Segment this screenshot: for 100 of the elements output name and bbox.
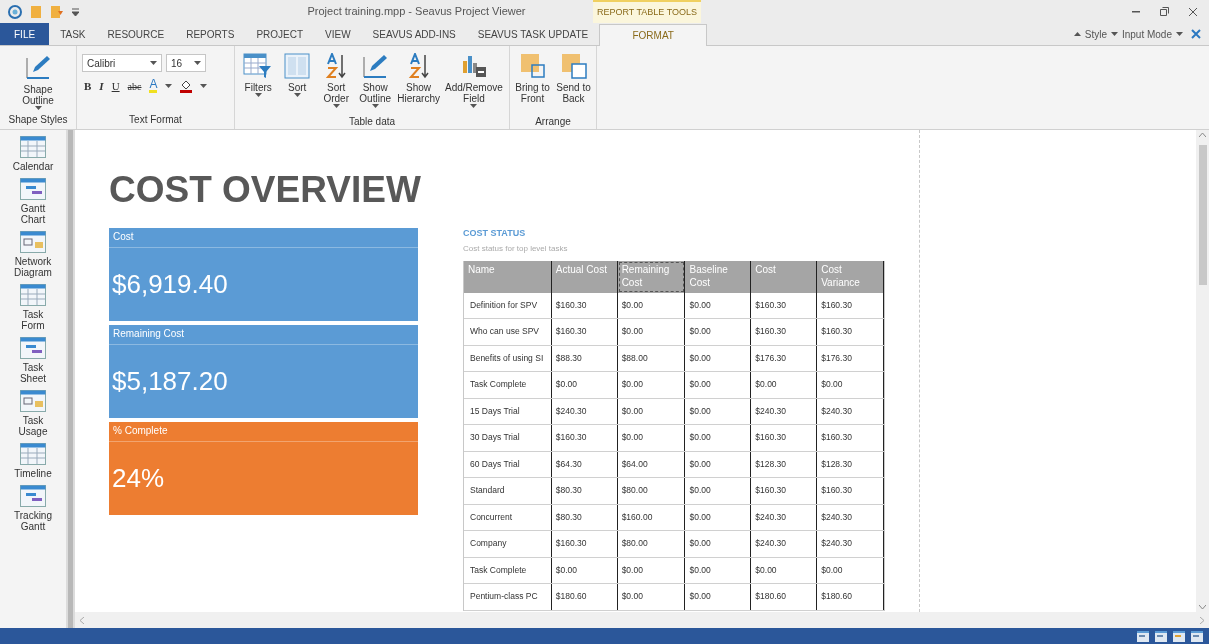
view-button[interactable]: Network Diagram xyxy=(2,231,64,278)
scroll-down-icon[interactable] xyxy=(1199,605,1206,610)
customize-icon[interactable] xyxy=(72,7,79,16)
table-cell: $160.30 xyxy=(817,319,884,345)
table-cell: $240.30 xyxy=(751,398,818,424)
table-cell: $160.30 xyxy=(751,319,818,345)
kpi-tile: Cost $6,919.40 xyxy=(109,228,418,321)
view-button[interactable]: Task Sheet xyxy=(2,337,64,384)
style-menu[interactable]: Style xyxy=(1084,26,1107,42)
collapse-caret-icon[interactable] xyxy=(1073,32,1081,36)
ribbon-button[interactable]: Sort Order xyxy=(319,52,354,116)
ribbon-tab[interactable]: PROJECT xyxy=(245,23,315,45)
ribbon-tab[interactable]: RESOURCE xyxy=(96,23,176,45)
table-cell: $180.60 xyxy=(551,584,618,610)
table-cell: $0.00 xyxy=(617,584,686,610)
table-cell: $0.00 xyxy=(685,584,752,610)
group-label: Text Format xyxy=(129,114,182,126)
table-cell: $0.00 xyxy=(817,372,884,398)
ribbon-tab[interactable]: FILE xyxy=(0,23,50,45)
bring-front-icon xyxy=(519,53,546,79)
view-button[interactable]: Timeline xyxy=(2,443,64,479)
ribbon-tab[interactable]: TASK xyxy=(49,23,97,45)
restore-icon[interactable] xyxy=(1160,7,1169,16)
scrollbar-thumb[interactable] xyxy=(1198,145,1207,285)
table-cell: $240.30 xyxy=(817,504,884,530)
bold-button[interactable]: B xyxy=(84,78,92,95)
fill-color-icon[interactable] xyxy=(180,79,193,94)
input-mode-menu[interactable]: Input Mode xyxy=(1121,26,1172,42)
ribbon-button[interactable]: Add/Remove Field xyxy=(445,52,503,116)
view-icon xyxy=(20,443,46,465)
sort-order-icon xyxy=(407,53,430,79)
ribbon-tab[interactable]: SEAVUS ADD-INS xyxy=(361,23,467,45)
font-size-field[interactable]: 16 xyxy=(166,54,206,72)
view-icon xyxy=(20,231,46,253)
group-label: Shape Styles xyxy=(8,114,68,126)
context-group-label: REPORT TABLE TOOLS xyxy=(593,0,701,23)
status-view-icon[interactable] xyxy=(1137,630,1149,642)
view-button[interactable]: Gantt Chart xyxy=(2,178,64,225)
view-button[interactable]: Calendar xyxy=(2,136,64,172)
table-cell: $0.00 xyxy=(685,345,752,371)
status-view-icon[interactable] xyxy=(1173,630,1185,642)
table-cell: $0.00 xyxy=(617,398,686,424)
table-cell: Concurrent xyxy=(464,504,552,530)
window-title: Project training.mpp - Seavus Project Viewer xyxy=(306,4,527,20)
close-icon[interactable] xyxy=(1191,29,1201,39)
pencil-icon xyxy=(362,53,389,79)
shape-outline-button[interactable]: Shape Outline xyxy=(22,46,54,114)
caret-icon xyxy=(34,106,42,110)
table-cell: Task Complete xyxy=(464,557,552,583)
table-cell: Pentium-class PC xyxy=(464,584,552,610)
table-cell: $88.30 xyxy=(551,345,618,371)
font-field[interactable]: Calibri xyxy=(82,54,162,72)
table-title: COST STATUS xyxy=(463,227,527,240)
font-color-button[interactable]: A xyxy=(149,79,158,94)
app-logo-icon[interactable] xyxy=(8,4,22,19)
status-view-icon[interactable] xyxy=(1191,630,1203,642)
ribbon-tab[interactable]: SEAVUS TASK UPDATE xyxy=(466,23,600,45)
table-cell: $0.00 xyxy=(685,372,752,398)
table-cell: $176.30 xyxy=(817,345,884,371)
table-cell: Company xyxy=(464,531,552,557)
close-icon[interactable] xyxy=(1189,7,1197,16)
view-icon xyxy=(20,178,46,200)
table-cell: $240.30 xyxy=(551,398,618,424)
view-icon xyxy=(20,390,46,412)
table-cell: $180.60 xyxy=(817,584,884,610)
underline-button[interactable]: U xyxy=(111,78,120,95)
table-cell: Benefits of using SI xyxy=(464,345,552,371)
ribbon-tab[interactable]: VIEW xyxy=(314,23,362,45)
table-cell: $180.60 xyxy=(751,584,818,610)
view-button[interactable]: Tracking Gantt xyxy=(2,485,64,532)
ribbon-tab[interactable]: FORMAT xyxy=(599,24,708,46)
view-button[interactable]: Task Form xyxy=(2,284,64,331)
ribbon-button[interactable]: Bring to Front xyxy=(513,52,552,116)
caret-icon xyxy=(1110,32,1118,36)
table-cell: $0.00 xyxy=(685,292,752,318)
table-cell: $0.00 xyxy=(685,557,752,583)
minimize-icon[interactable] xyxy=(1132,10,1140,13)
folder-arrow-icon[interactable] xyxy=(50,4,64,19)
table-cell: $0.00 xyxy=(685,451,752,477)
table-cell: $0.00 xyxy=(617,557,686,583)
table-cell: $80.00 xyxy=(617,478,686,504)
strikethrough-button[interactable]: abc xyxy=(127,78,142,94)
scroll-up-icon[interactable] xyxy=(1199,132,1206,137)
table-cell: Definition for SPV xyxy=(464,292,552,318)
status-view-icon[interactable] xyxy=(1155,630,1167,642)
view-button[interactable]: Task Usage xyxy=(2,390,64,437)
ribbon-button[interactable]: Filters xyxy=(241,52,276,116)
ribbon-button[interactable]: Show Hierarchy xyxy=(397,52,440,116)
italic-button[interactable]: I xyxy=(99,78,104,95)
table-cell: $0.00 xyxy=(685,478,752,504)
table-cell: Who can use SPV xyxy=(464,319,552,345)
table-cell: $80.30 xyxy=(551,478,618,504)
ribbon-button[interactable]: Show Outline xyxy=(358,52,393,116)
ribbon-button[interactable]: Send to Back xyxy=(554,52,593,116)
ribbon-tab[interactable]: REPORTS xyxy=(175,23,246,45)
table-cell: 60 Days Trial xyxy=(464,451,552,477)
kpi-tile: Remaining Cost $5,187.20 xyxy=(109,325,418,418)
table-cell: $160.30 xyxy=(817,425,884,451)
ribbon-button[interactable]: Sort xyxy=(280,52,315,116)
table-cell: $160.30 xyxy=(751,425,818,451)
